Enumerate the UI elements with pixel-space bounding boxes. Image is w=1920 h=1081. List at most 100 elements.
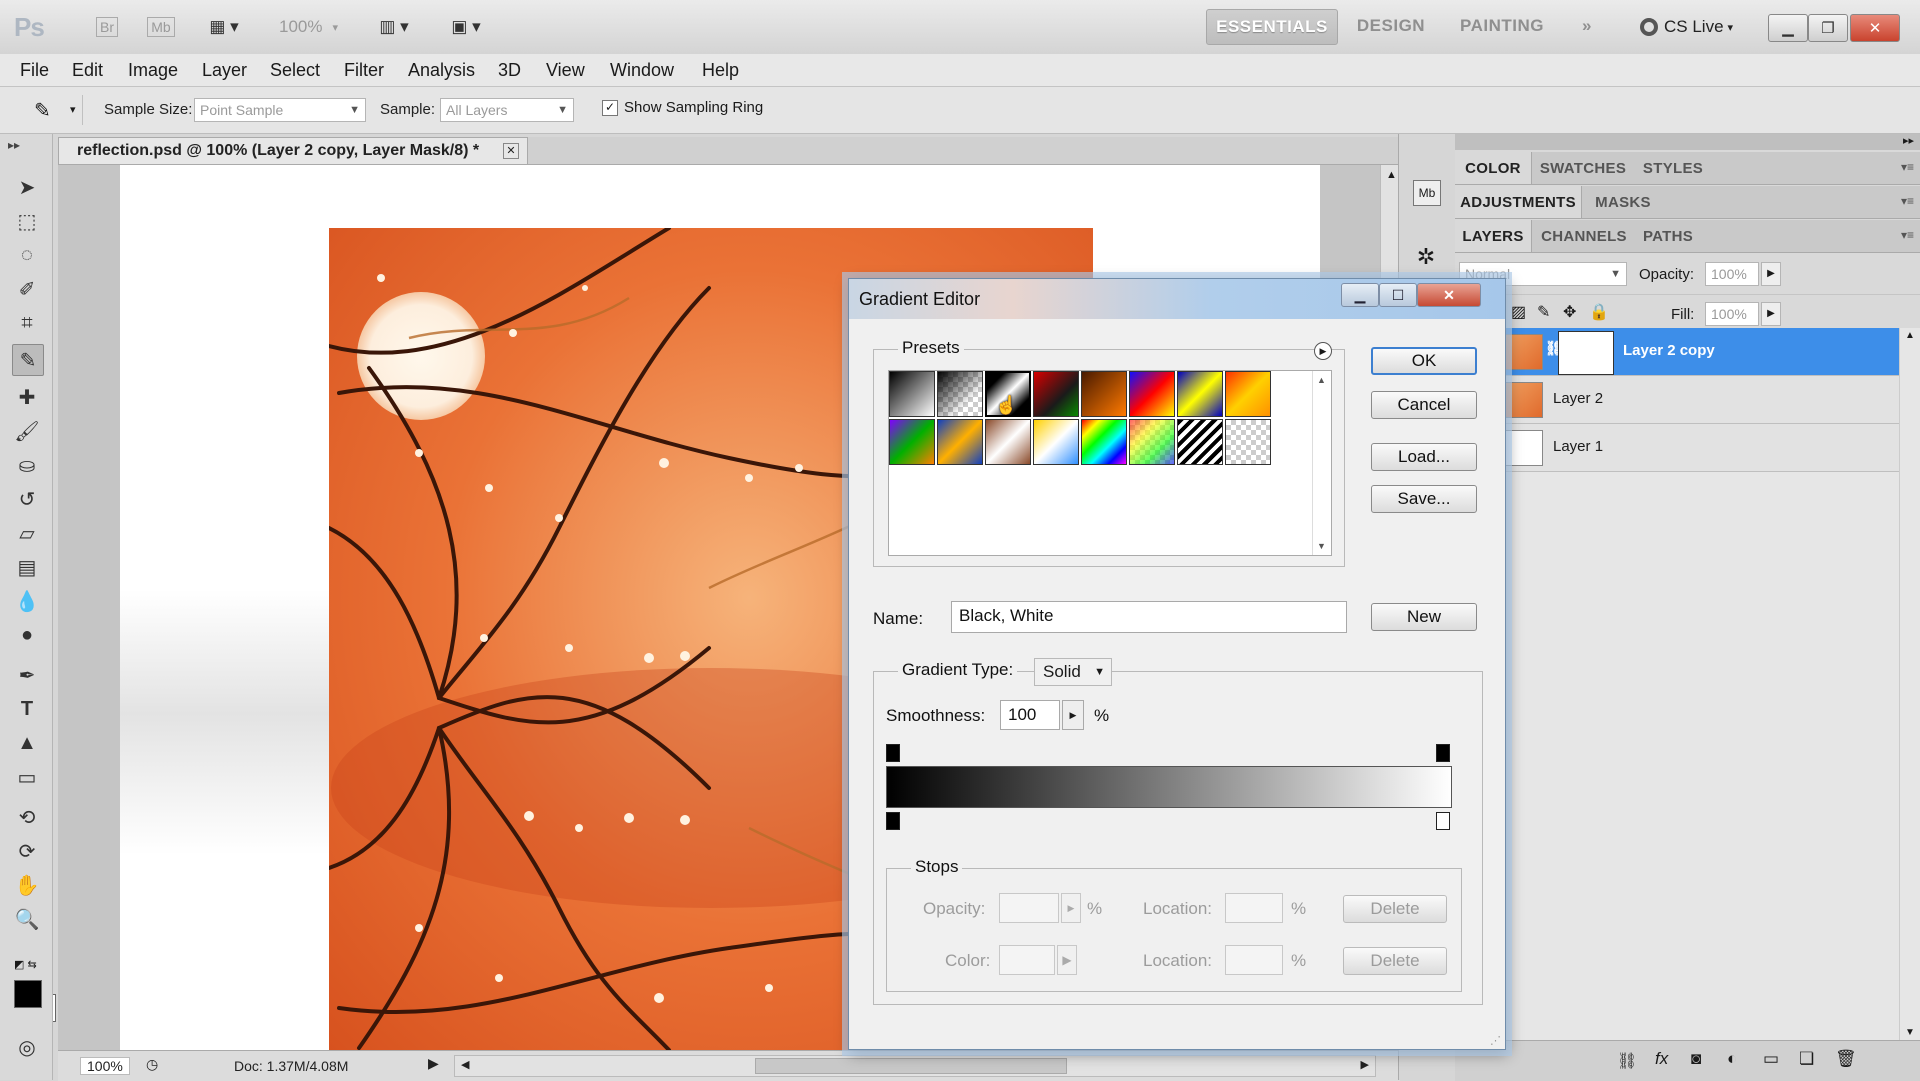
menu-view[interactable]: View (546, 60, 585, 81)
brush-tool-icon[interactable]: 🖌 (14, 418, 40, 444)
collapse-panels-icon[interactable]: ▸▸ (1903, 134, 1914, 147)
menu-window[interactable]: Window (610, 60, 674, 81)
tab-layers[interactable]: LAYERS (1455, 220, 1532, 252)
preset-swatch[interactable] (1081, 371, 1127, 417)
document-tab[interactable]: reflection.psd @ 100% (Layer 2 copy, Lay… (58, 137, 528, 164)
layer-style-fx-icon[interactable]: fx (1655, 1049, 1668, 1069)
canvas-horizontal-scrollbar[interactable]: ◀ ▶ (454, 1055, 1376, 1077)
resize-grip-icon[interactable]: ⋰ (1490, 1034, 1501, 1047)
delete-opacity-stop-button[interactable]: Delete (1343, 895, 1447, 923)
tab-color[interactable]: COLOR (1455, 152, 1532, 184)
sample-select[interactable]: All Layers ▼ (440, 98, 574, 122)
status-info-icon[interactable]: ◷ (146, 1056, 158, 1073)
preset-swatch[interactable] (937, 419, 983, 465)
ok-button[interactable]: OK (1371, 347, 1477, 375)
tab-swatches[interactable]: SWATCHES (1533, 152, 1633, 184)
dialog-maximize-button[interactable]: ☐ (1379, 283, 1417, 307)
menu-help[interactable]: Help (702, 60, 739, 81)
menu-edit[interactable]: Edit (72, 60, 103, 81)
dialog-close-button[interactable]: ✕ (1417, 283, 1481, 307)
zoom-tool-icon[interactable]: 🔍 (14, 906, 40, 932)
tab-styles[interactable]: STYLES (1633, 152, 1713, 184)
scroll-down-icon[interactable]: ▼ (1317, 541, 1326, 551)
close-window-button[interactable]: ✕ (1850, 14, 1900, 42)
menu-3d[interactable]: 3D (498, 60, 521, 81)
close-tab-icon[interactable]: ✕ (503, 143, 519, 159)
preset-swatch[interactable] (1033, 419, 1079, 465)
panel-menu-icon[interactable]: ▾≡ (1901, 228, 1914, 242)
healing-brush-tool-icon[interactable]: ✚ (14, 384, 40, 410)
load-button[interactable]: Load... (1371, 443, 1477, 471)
presets-scrollbar[interactable]: ▲ ▼ (1312, 371, 1331, 555)
scroll-down-icon[interactable]: ▼ (1905, 1027, 1915, 1038)
menu-filter[interactable]: Filter (344, 60, 384, 81)
status-menu-arrow-icon[interactable]: ▶ (428, 1055, 439, 1072)
hand-tool-icon[interactable]: ✋ (14, 872, 40, 898)
layers-scrollbar[interactable]: ▲ ▼ (1899, 328, 1920, 1040)
cs-live-button[interactable]: CS Live ▾ (1640, 14, 1733, 40)
layer-row[interactable]: Layer 1 (1455, 424, 1920, 472)
gradient-type-select[interactable]: Solid ▼ (1034, 658, 1112, 686)
horizontal-scrollbar-thumb[interactable] (755, 1058, 1067, 1074)
gradient-name-input[interactable]: Black, White (951, 601, 1347, 633)
gradient-preview-bar[interactable] (886, 766, 1452, 808)
tab-adjustments[interactable]: ADJUSTMENTS (1455, 186, 1582, 218)
fill-value[interactable]: 100% (1705, 302, 1759, 326)
mini-bridge-button[interactable]: Mb (140, 12, 182, 42)
stop-color-arrow-icon[interactable]: ▶ (1057, 945, 1077, 975)
marquee-tool-icon[interactable]: ⬚ (14, 208, 40, 234)
color-stop-left[interactable] (886, 812, 900, 830)
adjustment-layer-icon[interactable]: ◐ (1727, 1049, 1737, 1069)
tab-masks[interactable]: MASKS (1583, 186, 1663, 218)
preset-swatch[interactable] (1177, 371, 1223, 417)
smoothness-slider-arrow-icon[interactable]: ▶ (1062, 700, 1084, 730)
more-workspaces-icon[interactable]: » (1570, 9, 1604, 43)
stop-color-swatch[interactable] (999, 945, 1055, 975)
blur-tool-icon[interactable]: 💧 (14, 588, 40, 614)
menu-analysis[interactable]: Analysis (408, 60, 475, 81)
lock-image-icon[interactable]: ✎ (1537, 302, 1550, 322)
opacity-value[interactable]: 100% (1705, 262, 1759, 286)
new-layer-icon[interactable]: ❏ (1799, 1049, 1814, 1069)
zoom-level-select[interactable]: 100% ▾ (270, 12, 347, 42)
opacity-slider-arrow-icon[interactable]: ▶ (1761, 262, 1781, 286)
workspace-design[interactable]: DESIGN (1350, 9, 1432, 43)
crop-tool-icon[interactable]: ⌗ (14, 310, 40, 336)
link-layers-icon[interactable]: ⛓ (1617, 1051, 1637, 1071)
color-stop-right[interactable] (1436, 812, 1450, 830)
preset-swatch[interactable] (1225, 371, 1271, 417)
panel-menu-icon[interactable]: ▾≡ (1901, 160, 1914, 174)
preset-swatch[interactable] (889, 419, 935, 465)
eyedropper-tool-icon[interactable]: ✎ (12, 344, 44, 376)
stop-opacity-input[interactable] (999, 893, 1059, 923)
new-group-icon[interactable]: ▭ (1763, 1049, 1779, 1069)
layer-row[interactable]: ⛓ Layer 2 copy (1455, 328, 1920, 376)
preset-swatch[interactable] (985, 419, 1031, 465)
panel-collapse-strip[interactable]: ▸▸ (1455, 134, 1920, 150)
eraser-tool-icon[interactable]: ▱ (14, 520, 40, 546)
brush-panel-icon[interactable]: ✲ (1413, 244, 1439, 270)
menu-select[interactable]: Select (270, 60, 320, 81)
type-tool-icon[interactable]: T (14, 696, 40, 722)
screen-mode-button[interactable]: ▣ ▾ (440, 12, 492, 42)
layer-mask-thumbnail[interactable] (1558, 331, 1614, 375)
delete-color-stop-button[interactable]: Delete (1343, 947, 1447, 975)
3d-orbit-tool-icon[interactable]: ⟳ (14, 838, 40, 864)
presets-menu-icon[interactable]: ▶ (1314, 342, 1332, 360)
quick-selection-tool-icon[interactable]: ✐ (14, 276, 40, 302)
new-button[interactable]: New (1371, 603, 1477, 631)
add-mask-icon[interactable]: ◙ (1691, 1049, 1701, 1069)
scroll-up-icon[interactable]: ▲ (1317, 375, 1326, 385)
opacity-stop-left[interactable] (886, 744, 900, 762)
lock-all-icon[interactable]: 🔒 (1589, 302, 1609, 322)
scroll-up-icon[interactable]: ▲ (1905, 330, 1915, 341)
cancel-button[interactable]: Cancel (1371, 391, 1477, 419)
menu-file[interactable]: File (20, 60, 49, 81)
dialog-titlebar[interactable]: Gradient Editor ▁ ☐ ✕ (849, 279, 1505, 319)
smoothness-input[interactable]: 100 (1000, 700, 1060, 730)
delete-layer-icon[interactable]: 🗑 (1835, 1049, 1857, 1069)
fill-slider-arrow-icon[interactable]: ▶ (1761, 302, 1781, 326)
dialog-minimize-button[interactable]: ▁ (1341, 283, 1379, 307)
save-button[interactable]: Save... (1371, 485, 1477, 513)
scroll-right-icon[interactable]: ▶ (1361, 1058, 1369, 1071)
